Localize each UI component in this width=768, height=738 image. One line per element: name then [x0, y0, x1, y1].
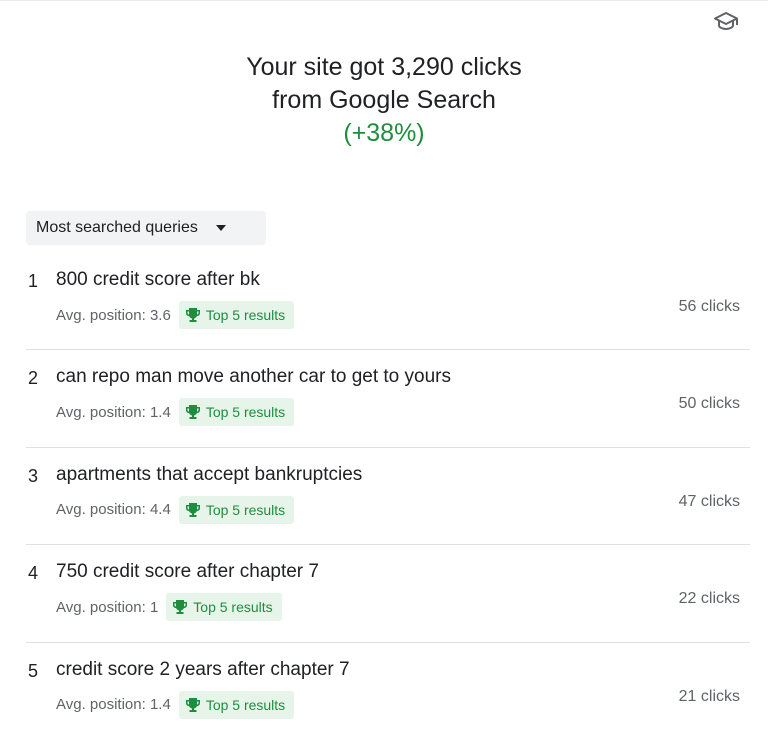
badge-label: Top 5 results [205, 404, 286, 421]
avg-position: Avg. position: 3.6 [56, 306, 171, 324]
query-meta: Avg. position: 1.4 Top 5 results [56, 690, 295, 719]
query-rank: 3 [28, 465, 39, 486]
query-row: 5 credit score 2 years after chapter 7 A… [26, 643, 750, 738]
query-text: 750 credit score after chapter 7 [56, 561, 319, 583]
search-performance-card: Your site got 3,290 clicks from Google S… [0, 0, 768, 738]
query-row: 4 750 credit score after chapter 7 Avg. … [26, 545, 750, 643]
trophy-icon [185, 307, 201, 323]
clicks-summary: Your site got 3,290 clicks from Google S… [0, 51, 768, 150]
query-meta: Avg. position: 1 Top 5 results [56, 593, 282, 622]
query-list: 1 800 credit score after bk Avg. positio… [0, 253, 768, 738]
query-meta: Avg. position: 1.4 Top 5 results [56, 398, 295, 427]
top-results-badge: Top 5 results [166, 593, 282, 622]
headline-line-1: Your site got 3,290 clicks [246, 53, 522, 81]
query-rank: 5 [28, 660, 39, 681]
query-rank: 4 [28, 563, 39, 584]
top-results-badge: Top 5 results [178, 301, 295, 329]
query-row: 2 can repo man move another car to get t… [26, 350, 750, 448]
query-text: credit score 2 years after chapter 7 [56, 658, 350, 680]
trophy-icon [185, 502, 201, 518]
query-rank: 2 [28, 368, 39, 389]
query-meta: Avg. position: 3.6 Top 5 results [56, 301, 295, 329]
query-clicks: 47 clicks [678, 492, 740, 510]
clicks-change-percent: (+38%) [343, 119, 425, 147]
query-clicks: 50 clicks [678, 395, 740, 413]
query-text: can repo man move another car to get to … [56, 366, 451, 388]
query-clicks: 22 clicks [678, 590, 740, 608]
query-rank: 1 [28, 271, 39, 291]
arrow-drop-down-icon [215, 225, 226, 231]
badge-label: Top 5 results [193, 599, 273, 616]
trophy-icon [185, 697, 201, 713]
school-icon-graphic [714, 12, 738, 31]
query-row: 1 800 credit score after bk Avg. positio… [26, 253, 750, 351]
avg-position: Avg. position: 1.4 [56, 403, 171, 421]
badge-label: Top 5 results [205, 307, 286, 323]
query-clicks: 56 clicks [678, 298, 740, 315]
query-row: 3 apartments that accept bankruptcies Av… [26, 448, 750, 546]
avg-position: Avg. position: 1 [56, 598, 159, 616]
school-icon[interactable] [712, 9, 740, 33]
top-results-badge: Top 5 results [178, 398, 295, 427]
trophy-icon [172, 599, 188, 615]
headline-line-2: from Google Search [272, 86, 496, 114]
query-text: 800 credit score after bk [56, 269, 260, 290]
trophy-icon [185, 404, 201, 420]
top-results-badge: Top 5 results [178, 690, 295, 719]
query-clicks: 21 clicks [678, 687, 740, 705]
query-filter-dropdown[interactable]: Most searched queries [26, 211, 266, 245]
badge-label: Top 5 results [205, 501, 286, 518]
avg-position: Avg. position: 1.4 [56, 696, 171, 714]
dropdown-selected-label: Most searched queries [36, 219, 198, 236]
query-meta: Avg. position: 4.4 Top 5 results [56, 495, 295, 524]
avg-position: Avg. position: 4.4 [56, 501, 171, 519]
query-text: apartments that accept bankruptcies [56, 463, 363, 485]
badge-label: Top 5 results [205, 696, 286, 713]
top-results-badge: Top 5 results [178, 495, 295, 524]
